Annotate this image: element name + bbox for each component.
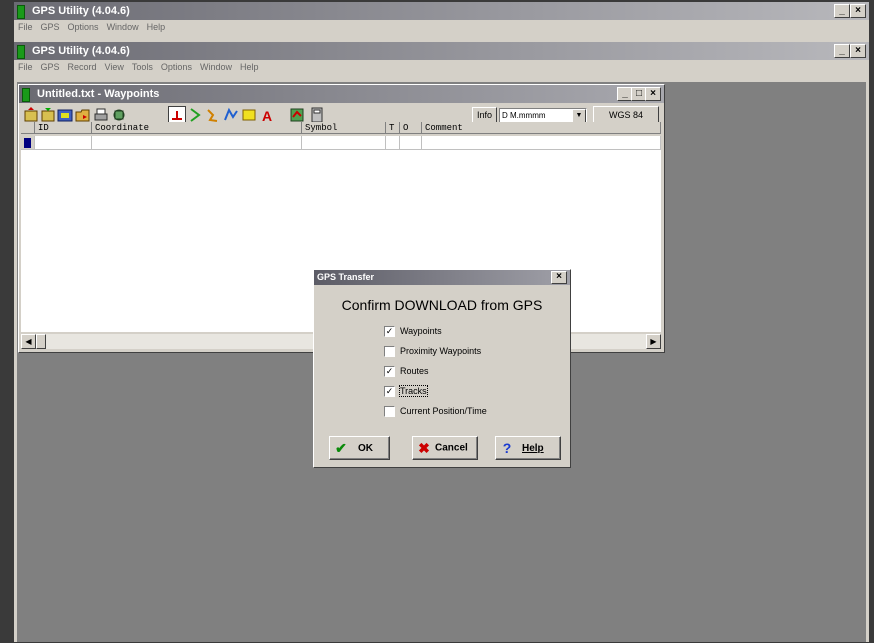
print-icon[interactable] [93, 107, 109, 123]
row-selector[interactable] [21, 136, 35, 150]
close-icon[interactable]: × [850, 44, 866, 58]
checkbox-label: Current Position/Time [400, 406, 487, 416]
scroll-left-icon[interactable]: ◀ [21, 334, 36, 349]
outer-menu-bar: File GPS Options Window Help [14, 20, 869, 34]
checkbox-proximity-waypoints[interactable]: Proximity Waypoints [384, 346, 481, 359]
table-cell[interactable] [400, 136, 422, 150]
outer-title: GPS Utility (4.04.6) [32, 5, 130, 17]
text-icon[interactable]: A [259, 107, 275, 123]
highlight-icon[interactable] [241, 107, 257, 123]
row-selector-header[interactable] [21, 122, 35, 134]
table-cell[interactable] [302, 136, 386, 150]
checkbox-label: Tracks [399, 385, 428, 397]
cancel-x-icon: ✖ [418, 440, 430, 456]
dropdown-arrow-icon[interactable]: ▼ [572, 109, 586, 123]
waypoints-title-bar[interactable]: Untitled.txt - Waypoints _ □ × [19, 85, 664, 103]
open-file-icon[interactable] [75, 107, 91, 123]
close-icon[interactable]: × [551, 271, 567, 284]
checkbox-tracks[interactable]: ✓ Tracks [384, 385, 428, 399]
app-icon [17, 5, 25, 19]
help-question-icon: ? [502, 440, 512, 456]
app-menu-bar: File GPS Record View Tools Options Window Help [14, 60, 869, 74]
dialog-heading: Confirm DOWNLOAD from GPS [341, 297, 543, 313]
menu-options[interactable]: Options [68, 22, 99, 32]
app-title: GPS Utility (4.04.6) [32, 45, 130, 57]
outer-title-bar[interactable]: GPS Utility (4.04.6) _ × [14, 2, 869, 20]
coordinate-format-value: D M.mmmm [502, 111, 546, 120]
track-mode-icon[interactable] [205, 107, 221, 123]
dialog-title: GPS Transfer [317, 272, 375, 282]
route-edit-icon[interactable] [223, 107, 239, 123]
gps-upload-icon[interactable] [23, 107, 39, 123]
checkbox-proximity-waypoints-box[interactable] [384, 346, 395, 358]
close-icon[interactable]: × [850, 4, 866, 18]
menu-file[interactable]: File [18, 62, 33, 72]
menu-help[interactable]: Help [147, 22, 166, 32]
table-cell[interactable] [422, 136, 661, 150]
route-mode-icon[interactable] [187, 107, 203, 123]
checkbox-tracks-box[interactable]: ✓ [384, 386, 395, 398]
minimize-icon[interactable]: _ [834, 4, 850, 18]
column-header-coordinate[interactable]: Coordinate [92, 122, 302, 134]
menu-options[interactable]: Options [161, 62, 192, 72]
table-cell[interactable] [92, 136, 302, 150]
minimize-icon[interactable]: _ [834, 44, 850, 58]
gps-download-icon[interactable] [40, 107, 56, 123]
svg-text:A: A [262, 108, 272, 123]
settings-icon[interactable] [111, 107, 127, 123]
app-icon [22, 88, 30, 102]
checkbox-routes[interactable]: ✓ Routes [384, 366, 429, 379]
help-label: Help [522, 442, 544, 454]
checkbox-current-position-box[interactable] [384, 406, 395, 418]
table-cell[interactable] [35, 136, 92, 150]
app-title-bar[interactable]: GPS Utility (4.04.6) _ × [14, 42, 869, 60]
waypoint-table-header: ID Coordinate Symbol T O Comment [21, 122, 661, 135]
column-header-o[interactable]: O [400, 122, 422, 134]
menu-window[interactable]: Window [200, 62, 232, 72]
column-header-symbol[interactable]: Symbol [302, 122, 386, 134]
menu-gps[interactable]: GPS [41, 22, 60, 32]
check-icon: ✔ [335, 440, 347, 456]
menu-tools[interactable]: Tools [132, 62, 153, 72]
column-header-comment[interactable]: Comment [422, 122, 661, 134]
ok-label: OK [358, 442, 373, 454]
help-button[interactable]: ? Help [495, 436, 561, 460]
menu-view[interactable]: View [105, 62, 124, 72]
transfer-icon[interactable] [57, 107, 73, 123]
checkbox-label: Proximity Waypoints [400, 346, 482, 356]
cancel-label: Cancel [435, 442, 468, 454]
close-icon[interactable]: × [645, 87, 661, 101]
app-icon [17, 45, 25, 59]
table-cell[interactable] [386, 136, 400, 150]
checkbox-routes-box[interactable]: ✓ [384, 366, 395, 378]
calculator-icon[interactable] [309, 107, 325, 123]
ok-button[interactable]: ✔ OK [329, 436, 390, 460]
menu-record[interactable]: Record [68, 62, 97, 72]
gps-transfer-dialog: GPS Transfer × Confirm DOWNLOAD from GPS… [313, 269, 571, 468]
dialog-title-bar[interactable]: GPS Transfer × [314, 270, 570, 285]
menu-gps[interactable]: GPS [41, 62, 60, 72]
scroll-right-icon[interactable]: ▶ [646, 334, 661, 349]
column-header-id[interactable]: ID [35, 122, 92, 134]
menu-help[interactable]: Help [240, 62, 259, 72]
checkbox-waypoints[interactable]: ✓ Waypoints [384, 326, 442, 339]
checkbox-waypoints-box[interactable]: ✓ [384, 326, 395, 338]
scroll-thumb[interactable] [36, 334, 46, 349]
waypoint-mode-icon[interactable] [168, 106, 186, 124]
map-icon[interactable] [289, 107, 305, 123]
current-row-marker [24, 138, 31, 148]
waypoints-title: Untitled.txt - Waypoints [37, 88, 160, 100]
checkbox-label: Routes [400, 366, 429, 376]
menu-file[interactable]: File [18, 22, 33, 32]
column-header-t[interactable]: T [386, 122, 400, 134]
checkbox-current-position[interactable]: Current Position/Time [384, 406, 487, 419]
menu-window[interactable]: Window [107, 22, 139, 32]
checkbox-label: Waypoints [400, 326, 442, 336]
cancel-button[interactable]: ✖ Cancel [412, 436, 478, 460]
